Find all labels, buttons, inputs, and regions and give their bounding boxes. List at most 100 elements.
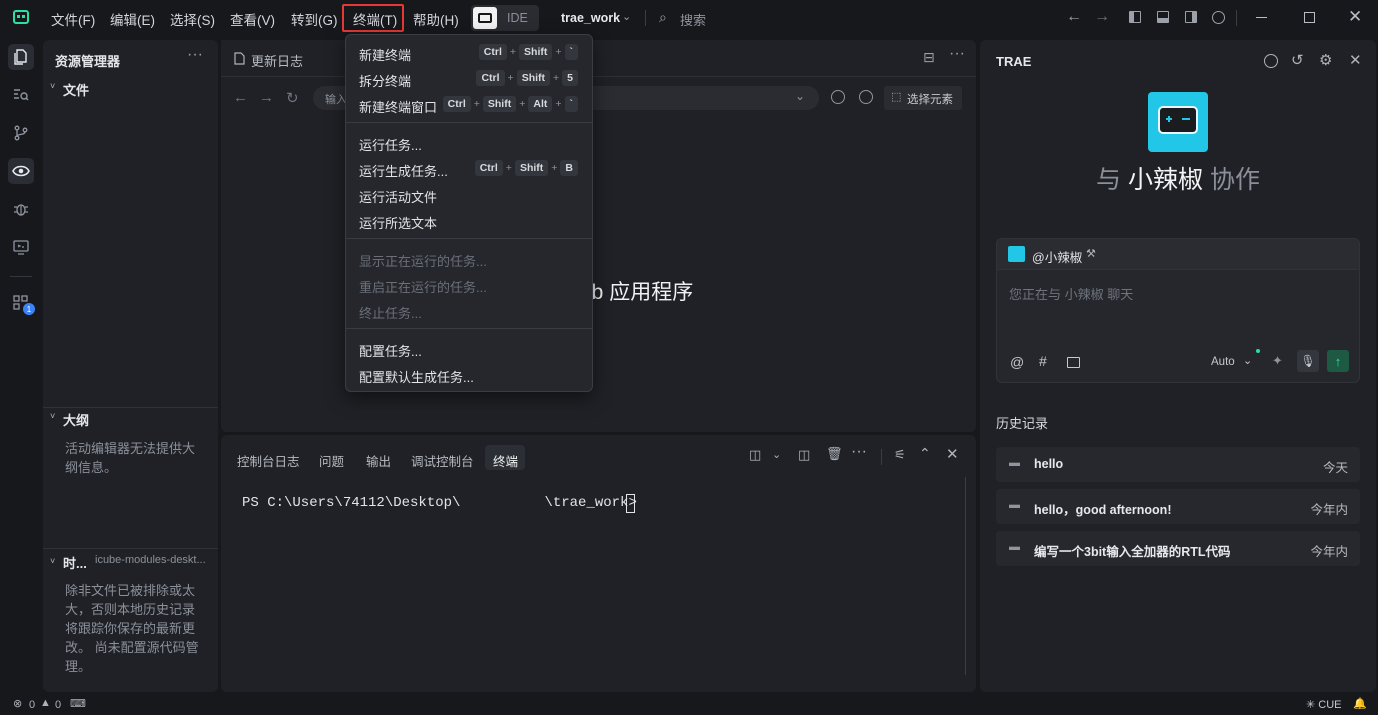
explorer-icon[interactable]: [8, 44, 34, 70]
menu-edit[interactable]: 编辑(E): [110, 9, 155, 29]
close-icon[interactable]: ✕: [1349, 51, 1362, 69]
sparkle-icon[interactable]: ✦: [1272, 353, 1283, 369]
keyboard-icon[interactable]: ⌨: [70, 697, 86, 710]
timeline-section-header[interactable]: 时...: [63, 553, 87, 572]
history-item[interactable]: ▬ hello 今天: [996, 447, 1360, 482]
image-icon[interactable]: [1067, 357, 1080, 368]
settings-circle-icon[interactable]: [859, 90, 873, 104]
terminal-menu-item[interactable]: 配置默认生成任务...: [359, 367, 474, 386]
back-arrow-icon[interactable]: ←: [233, 89, 248, 106]
toggle-chat-icon[interactable]: [1185, 11, 1197, 23]
extensions-icon[interactable]: 1: [8, 290, 35, 316]
select-element-button[interactable]: ⬚ 选择元素: [884, 86, 962, 110]
chat-input-box[interactable]: @小辣椒 ⚒ 您正在与 小辣椒 聊天 @ # Auto ⌄ ✦ 🎙 ↑: [996, 238, 1360, 383]
terminal-menu-item[interactable]: 拆分终端: [359, 71, 411, 90]
warning-count[interactable]: 0: [55, 699, 61, 711]
trash-icon[interactable]: 🗑: [826, 446, 843, 462]
panel-tab[interactable]: 调试控制台: [411, 451, 474, 470]
more-actions-icon[interactable]: ···: [851, 443, 867, 461]
bell-icon[interactable]: 🔔: [1353, 697, 1367, 710]
menu-terminal[interactable]: 终端(T): [353, 9, 397, 29]
split-layout-icon[interactable]: ⊟: [923, 49, 935, 66]
chat-bubble-icon: ▬: [1009, 499, 1020, 511]
minimize-icon[interactable]: [1256, 17, 1267, 18]
more-actions-icon[interactable]: ···: [187, 46, 203, 64]
menu-goto[interactable]: 转到(G): [291, 9, 338, 29]
panel-tab[interactable]: 控制台日志: [237, 451, 300, 470]
toggle-sidebar-icon[interactable]: [1129, 11, 1141, 23]
history-item[interactable]: ▬ 编写一个3bit输入全加器的RTL代码 今年内: [996, 531, 1360, 566]
terminal-menu-item[interactable]: 新建终端窗口: [359, 97, 437, 116]
close-window-icon[interactable]: ✕: [1348, 7, 1362, 27]
menu-file[interactable]: 文件(F): [51, 9, 95, 29]
terminal-menu-item[interactable]: 运行任务...: [359, 135, 422, 154]
chevron-down-icon[interactable]: ˅: [50, 556, 55, 566]
source-control-icon[interactable]: [8, 120, 34, 146]
search-files-icon[interactable]: [8, 82, 34, 108]
tab-changelog[interactable]: 更新日志: [221, 40, 346, 76]
outline-section-header[interactable]: 大纲: [63, 410, 89, 429]
search-icon[interactable]: ⌕: [659, 9, 667, 26]
chevron-up-icon[interactable]: ⌃: [919, 445, 931, 462]
panel-tab[interactable]: 输出: [366, 451, 391, 470]
split-view-icon[interactable]: ◫: [798, 447, 810, 463]
chevron-down-icon[interactable]: ˅: [50, 411, 55, 421]
terminal-menu-item[interactable]: 运行所选文本: [359, 213, 437, 232]
terminal-output[interactable]: PS C:\Users\74112\Desktop\ \trae_work>: [242, 495, 645, 511]
microphone-icon[interactable]: 🎙: [1297, 350, 1319, 372]
hash-icon[interactable]: #: [1039, 353, 1047, 369]
chevron-down-icon[interactable]: ⌄: [1243, 354, 1252, 367]
explorer-panel: 资源管理器 ··· ˅ 文件 ˅ 大纲 活动编辑器无法提供大纲信息。 ˅ 时..…: [43, 40, 218, 692]
error-icon[interactable]: ⊗: [13, 697, 22, 710]
more-actions-icon[interactable]: ···: [949, 45, 965, 63]
forward-arrow-icon[interactable]: →: [259, 89, 274, 106]
terminal-menu-item[interactable]: 配置任务...: [359, 341, 422, 360]
menu-select[interactable]: 选择(S): [170, 9, 215, 29]
terminal-menu-item[interactable]: 新建终端: [359, 45, 411, 64]
chevron-down-icon[interactable]: ⌄: [622, 10, 631, 23]
back-arrow-icon[interactable]: ←: [1066, 8, 1082, 26]
new-chat-icon[interactable]: [1264, 54, 1278, 68]
account-icon[interactable]: [1212, 11, 1225, 24]
search-box[interactable]: 搜索: [680, 10, 706, 29]
files-section-header[interactable]: 文件: [63, 80, 89, 99]
remote-monitor-icon[interactable]: [8, 234, 34, 260]
sliders-icon[interactable]: ⚟: [894, 447, 906, 463]
tools-icon[interactable]: ⚒: [1086, 247, 1096, 260]
mention-icon[interactable]: @: [1010, 354, 1024, 370]
history-icon[interactable]: ↺: [1291, 51, 1304, 69]
mode-selector[interactable]: Auto: [1211, 356, 1235, 368]
chevron-down-icon[interactable]: ⌄: [795, 89, 805, 103]
terminal-menu-item[interactable]: 运行生成任务...: [359, 161, 448, 180]
send-icon[interactable]: ↑: [1327, 350, 1349, 372]
timeline-message: 除非文件已被排除或太大，否则本地历史记录将跟踪你保存的最新更改。 尚未配置源代码…: [65, 583, 199, 674]
history-title: hello，good afternoon!: [1034, 503, 1172, 517]
menu-view[interactable]: 查看(V): [230, 9, 275, 29]
ide-switch[interactable]: IDE: [471, 5, 539, 31]
gear-icon[interactable]: ⚙: [1319, 51, 1332, 69]
history-item[interactable]: ▬ hello，good afternoon! 今年内: [996, 489, 1360, 524]
reload-icon[interactable]: ↻: [286, 89, 299, 107]
menu-help[interactable]: 帮助(H): [413, 9, 459, 29]
cue-indicator[interactable]: ✳ CUE: [1306, 698, 1342, 711]
debug-bug-icon[interactable]: [8, 196, 34, 222]
panel-tab[interactable]: 问题: [319, 451, 344, 470]
preview-eye-icon[interactable]: [8, 158, 34, 184]
toggle-panel-icon[interactable]: [1157, 11, 1169, 23]
terminal-menu-item[interactable]: 运行活动文件: [359, 187, 437, 206]
chevron-down-icon[interactable]: ⌄: [772, 448, 781, 461]
close-panel-icon[interactable]: ✕: [946, 445, 959, 463]
agent-tag[interactable]: @小辣椒: [1032, 247, 1082, 266]
forward-arrow-icon[interactable]: →: [1094, 8, 1110, 26]
project-name[interactable]: trae_work: [561, 11, 620, 25]
ide-logo-icon: [473, 7, 497, 29]
warning-icon[interactable]: ▲: [40, 697, 51, 709]
compass-icon[interactable]: [831, 90, 845, 104]
split-terminal-icon[interactable]: ◫: [749, 447, 761, 463]
error-count[interactable]: 0: [29, 699, 35, 711]
panel-tab[interactable]: 终端: [493, 451, 518, 470]
scrollbar-track[interactable]: [965, 477, 966, 675]
chevron-down-icon[interactable]: ˅: [50, 81, 55, 91]
maximize-icon[interactable]: [1304, 12, 1315, 23]
agent-avatar: [1148, 92, 1208, 152]
